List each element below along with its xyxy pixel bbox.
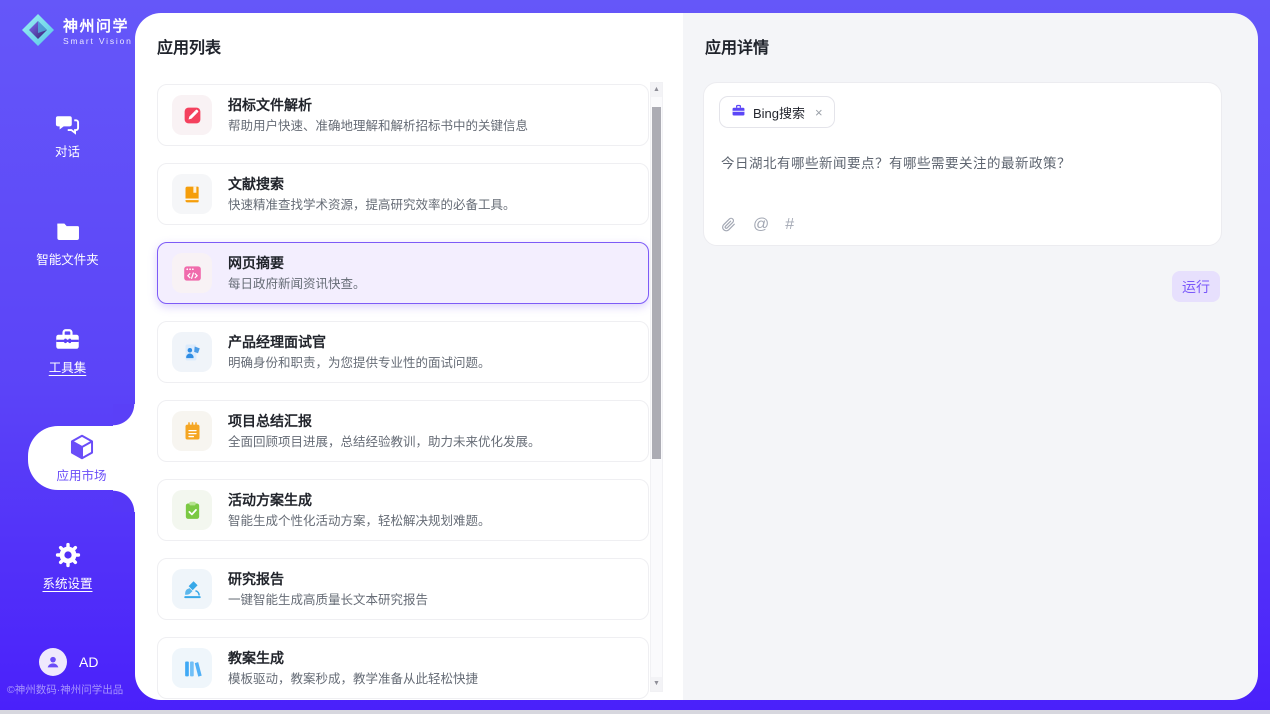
edit-square-icon bbox=[172, 95, 212, 135]
app-list-item[interactable]: 招标文件解析 帮助用户快速、准确地理解和解析招标书中的关键信息 bbox=[157, 84, 649, 146]
app-list-item[interactable]: 项目总结汇报 全面回顾项目进展，总结经验教训，助力未来优化发展。 bbox=[157, 400, 649, 462]
sidebar: 神州问学 Smart Vision 对话 智能文件夹 工具集 应用市场 系统设置… bbox=[0, 0, 135, 714]
chat-icon bbox=[54, 109, 82, 137]
app-item-title: 活动方案生成 bbox=[228, 493, 491, 507]
close-icon[interactable]: × bbox=[815, 105, 823, 120]
app-item-desc: 快速精准查找学术资源，提高研究效率的必备工具。 bbox=[228, 199, 516, 212]
sidebar-nav: 对话 智能文件夹 工具集 应用市场 系统设置 bbox=[0, 102, 135, 642]
paperclip-icon[interactable] bbox=[720, 216, 737, 233]
main-panel: 应用列表 招标文件解析 帮助用户快速、准确地理解和解析招标书中的关键信息 文献搜… bbox=[135, 13, 1258, 700]
avatar bbox=[39, 648, 67, 676]
app-item-title: 教案生成 bbox=[228, 651, 478, 665]
app-item-desc: 一键智能生成高质量长文本研究报告 bbox=[228, 594, 428, 607]
app-item-desc: 每日政府新闻资讯快查。 bbox=[228, 278, 366, 291]
app-details-panel: 应用详情 Bing搜索 × 今日湖北有哪些新闻要点？有哪些需要关注的最新政策？ … bbox=[683, 13, 1258, 700]
at-icon[interactable]: @ bbox=[753, 217, 769, 233]
scroll-down-icon[interactable]: ▼ bbox=[651, 677, 662, 691]
sidebar-item-gear[interactable]: 系统设置 bbox=[0, 534, 135, 598]
scrollbar-thumb[interactable] bbox=[652, 107, 661, 459]
tool-chip-bing-search[interactable]: Bing搜索 × bbox=[719, 96, 835, 128]
app-details-title: 应用详情 bbox=[705, 39, 769, 58]
app-item-desc: 帮助用户快速、准确地理解和解析招标书中的关键信息 bbox=[228, 120, 528, 133]
app-list-item[interactable]: 活动方案生成 智能生成个性化活动方案，轻松解决规划难题。 bbox=[157, 479, 649, 541]
toolbox-icon bbox=[54, 325, 82, 353]
app-item-desc: 全面回顾项目进展，总结经验教训，助力未来优化发展。 bbox=[228, 436, 541, 449]
hash-icon[interactable]: # bbox=[785, 217, 794, 233]
app-list-item[interactable]: 网页摘要 每日政府新闻资讯快查。 bbox=[157, 242, 649, 304]
user-initials: AD bbox=[79, 654, 98, 670]
sidebar-item-chat[interactable]: 对话 bbox=[0, 102, 135, 166]
app-item-title: 网页摘要 bbox=[228, 256, 366, 270]
clipboard-check-icon bbox=[172, 490, 212, 530]
app-item-title: 项目总结汇报 bbox=[228, 414, 541, 428]
app-list-title: 应用列表 bbox=[157, 39, 221, 58]
app-list-item[interactable]: 产品经理面试官 明确身份和职责，为您提供专业性的面试问题。 bbox=[157, 321, 649, 383]
logo-subtitle: Smart Vision bbox=[63, 37, 133, 46]
app-item-desc: 模板驱动，教案秒成，教学准备从此轻松快捷 bbox=[228, 673, 478, 686]
sidebar-item-folder[interactable]: 智能文件夹 bbox=[0, 210, 135, 274]
app-list-item[interactable]: 研究报告 一键智能生成高质量长文本研究报告 bbox=[157, 558, 649, 620]
prompt-text[interactable]: 今日湖北有哪些新闻要点？有哪些需要关注的最新政策？ bbox=[721, 152, 1071, 172]
app-item-title: 产品经理面试官 bbox=[228, 335, 491, 349]
prompt-card[interactable]: Bing搜索 × 今日湖北有哪些新闻要点？有哪些需要关注的最新政策？ @ # bbox=[703, 82, 1222, 246]
gear-icon bbox=[54, 541, 82, 569]
run-button[interactable]: 运行 bbox=[1172, 271, 1220, 302]
app-list-panel: 应用列表 招标文件解析 帮助用户快速、准确地理解和解析招标书中的关键信息 文献搜… bbox=[135, 13, 683, 700]
logo-diamond-icon bbox=[20, 12, 56, 53]
app-list: 招标文件解析 帮助用户快速、准确地理解和解析招标书中的关键信息 文献搜索 快速精… bbox=[157, 84, 649, 700]
app-list-scrollbar[interactable]: ▲ ▼ bbox=[650, 82, 663, 692]
app-list-item[interactable]: 文献搜索 快速精准查找学术资源，提高研究效率的必备工具。 bbox=[157, 163, 649, 225]
cube-icon bbox=[68, 433, 96, 461]
prompt-toolbar: @ # bbox=[720, 216, 794, 233]
books-icon bbox=[172, 648, 212, 688]
browser-code-icon bbox=[172, 253, 212, 293]
microscope-icon bbox=[172, 569, 212, 609]
tool-chip-label: Bing搜索 bbox=[753, 103, 805, 122]
scroll-up-icon[interactable]: ▲ bbox=[651, 83, 662, 97]
notepad-icon bbox=[172, 411, 212, 451]
app-item-desc: 明确身份和职责，为您提供专业性的面试问题。 bbox=[228, 357, 491, 370]
briefcase-icon bbox=[731, 103, 746, 121]
app-list-item[interactable]: 教案生成 模板驱动，教案秒成，教学准备从此轻松快捷 bbox=[157, 637, 649, 699]
sidebar-item-toolbox[interactable]: 工具集 bbox=[0, 318, 135, 382]
copyright-footer: ©神州数码·神州问学出品 bbox=[7, 682, 123, 697]
app-item-title: 研究报告 bbox=[228, 572, 428, 586]
interviewer-icon bbox=[172, 332, 212, 372]
app-item-desc: 智能生成个性化活动方案，轻松解决规划难题。 bbox=[228, 515, 491, 528]
folder-icon bbox=[54, 217, 82, 245]
bottom-divider bbox=[0, 710, 1270, 714]
book-icon bbox=[172, 174, 212, 214]
app-item-title: 文献搜索 bbox=[228, 177, 516, 191]
logo-title: 神州问学 bbox=[63, 19, 133, 34]
app-item-title: 招标文件解析 bbox=[228, 98, 528, 112]
user-profile[interactable]: AD bbox=[39, 648, 98, 676]
app-logo[interactable]: 神州问学 Smart Vision bbox=[20, 12, 133, 53]
sidebar-item-cube[interactable]: 应用市场 bbox=[28, 426, 135, 490]
